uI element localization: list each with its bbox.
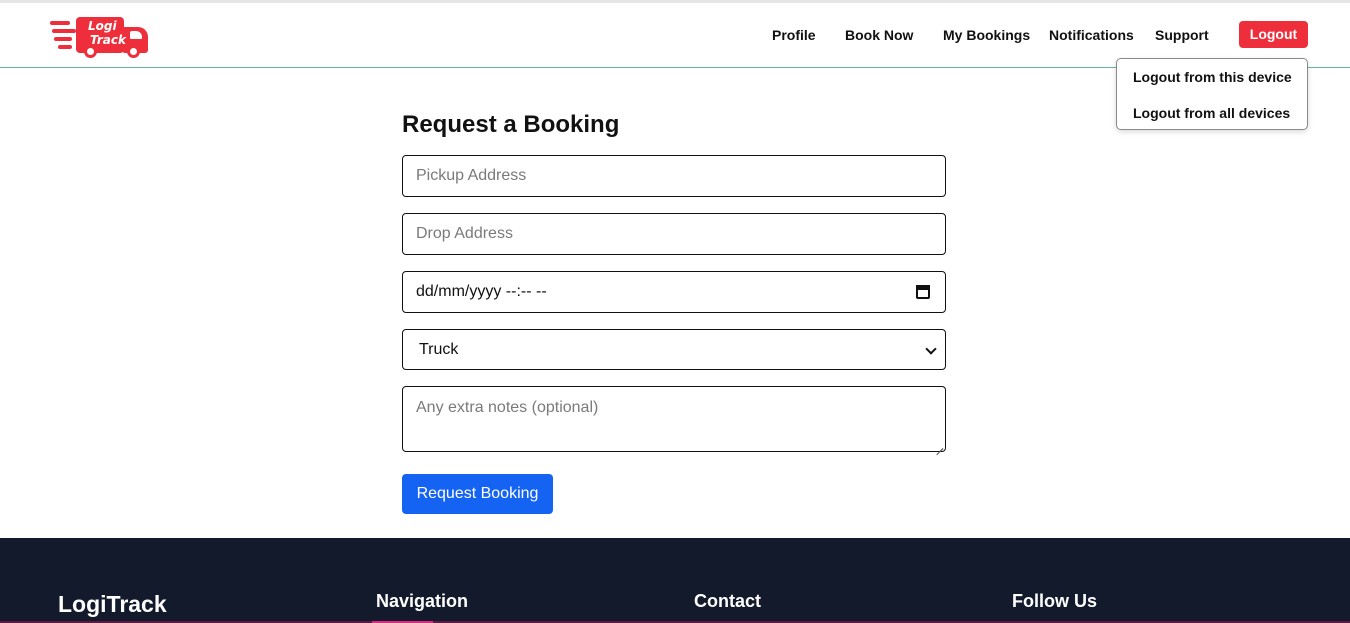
nav-support[interactable]: Support (1155, 27, 1209, 43)
nav-my-bookings[interactable]: My Bookings (943, 27, 1030, 43)
nav-notifications[interactable]: Notifications (1049, 27, 1134, 43)
datetime-input[interactable]: dd/mm/yyyy --:-- -- (402, 271, 946, 313)
footer-heading-contact: Contact (694, 591, 761, 611)
resize-handle-icon[interactable] (934, 440, 944, 456)
logout-all-devices-item[interactable]: Logout from all devices (1133, 105, 1290, 121)
site-footer: LogiTrack Navigation Contact Follow Us (0, 538, 1350, 623)
vehicle-type-select[interactable]: Truck (402, 329, 946, 370)
logout-button[interactable]: Logout (1239, 21, 1308, 48)
nav-profile[interactable]: Profile (772, 27, 816, 43)
footer-brand: LogiTrack (58, 591, 167, 617)
chevron-down-icon (925, 343, 937, 355)
logout-dropdown-menu: Logout from this device Logout from all … (1116, 58, 1308, 130)
notes-textarea[interactable]: Any extra notes (optional) (402, 386, 946, 456)
form-title: Request a Booking (402, 111, 620, 138)
vehicle-selected-value: Truck (419, 341, 459, 358)
request-booking-button[interactable]: Request Booking (402, 474, 553, 514)
drop-address-placeholder: Drop Address (416, 225, 513, 242)
footer-heading-follow-us: Follow Us (1012, 591, 1097, 611)
drop-address-input[interactable]: Drop Address (402, 213, 946, 255)
pickup-address-placeholder: Pickup Address (416, 167, 527, 184)
nav-book-now[interactable]: Book Now (845, 27, 913, 43)
pickup-address-input[interactable]: Pickup Address (402, 155, 946, 197)
calendar-icon[interactable] (916, 285, 930, 299)
logout-this-device-item[interactable]: Logout from this device (1133, 69, 1292, 85)
notes-placeholder: Any extra notes (optional) (416, 399, 599, 416)
footer-heading-navigation: Navigation (376, 591, 469, 611)
datetime-value: dd/mm/yyyy --:-- -- (416, 283, 547, 300)
